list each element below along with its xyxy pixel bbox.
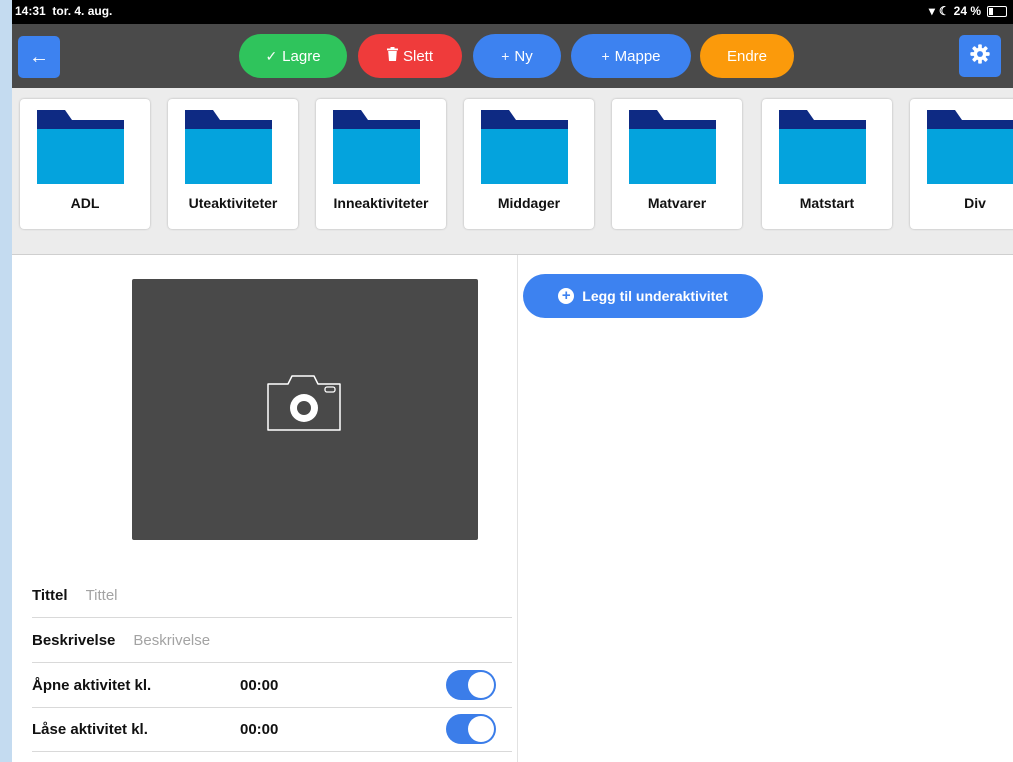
gear-icon bbox=[969, 43, 991, 70]
title-input[interactable] bbox=[83, 585, 388, 605]
description-label: Beskrivelse bbox=[32, 631, 116, 649]
folder-icon bbox=[333, 110, 420, 184]
lock-activity-row: Låse aktivitet kl. 00:00 bbox=[32, 707, 512, 752]
open-activity-toggle[interactable] bbox=[446, 670, 496, 700]
folder-icon bbox=[629, 110, 716, 184]
new-folder-button[interactable]: + Mappe bbox=[571, 34, 691, 78]
lock-activity-toggle[interactable] bbox=[446, 714, 496, 744]
folder-strip: ADL Uteaktiviteter Inneaktiviteter Midda… bbox=[12, 88, 1013, 255]
wifi-icon: ▾ bbox=[928, 4, 935, 18]
status-date: tor. 4. aug. bbox=[52, 4, 113, 18]
folder-label: ADL bbox=[70, 195, 100, 211]
new-folder-button-label: Mappe bbox=[614, 47, 661, 65]
add-subactivity-label: Legg til underaktivitet bbox=[582, 288, 728, 304]
new-button[interactable]: + Ny bbox=[473, 34, 561, 78]
folder-label: Middager bbox=[497, 195, 561, 211]
folder-label: Matstart bbox=[799, 195, 855, 211]
folder-card-adl[interactable]: ADL bbox=[20, 99, 150, 229]
save-button-label: Lagre bbox=[282, 47, 321, 65]
save-button[interactable]: ✓ Lagre bbox=[239, 34, 347, 78]
folder-label: Uteaktiviteter bbox=[188, 195, 278, 211]
toolbar: ← ✓ Lagre Slett + Ny + Mappe Endre bbox=[12, 24, 1013, 88]
folder-icon bbox=[37, 110, 124, 184]
title-row: Tittel bbox=[32, 573, 512, 618]
image-picker[interactable] bbox=[132, 279, 478, 540]
arrow-left-icon: ← bbox=[29, 45, 49, 68]
battery-percent: 24 % bbox=[953, 4, 981, 18]
add-subactivity-button[interactable]: + Legg til underaktivitet bbox=[523, 274, 763, 318]
folder-card-div[interactable]: Div bbox=[910, 99, 1013, 229]
plus-icon: + bbox=[601, 48, 610, 64]
folder-icon bbox=[185, 110, 272, 184]
folder-icon bbox=[927, 110, 1013, 184]
folder-card-middager[interactable]: Middager bbox=[464, 99, 594, 229]
folder-label: Div bbox=[964, 195, 986, 211]
folder-label: Matvarer bbox=[647, 195, 707, 211]
description-input[interactable] bbox=[131, 630, 436, 650]
open-activity-label: Åpne aktivitet kl. bbox=[32, 676, 152, 694]
trash-icon bbox=[386, 47, 398, 65]
folder-icon bbox=[779, 110, 866, 184]
open-time-value[interactable]: 00:00 bbox=[240, 677, 278, 694]
moon-icon: ☾ bbox=[938, 4, 950, 18]
toggle-knob bbox=[468, 672, 494, 698]
title-label: Tittel bbox=[32, 586, 68, 604]
back-button[interactable]: ← bbox=[18, 36, 60, 78]
open-activity-row: Åpne aktivitet kl. 00:00 bbox=[32, 663, 512, 708]
delete-button[interactable]: Slett bbox=[358, 34, 462, 78]
battery-icon bbox=[987, 5, 1007, 17]
folder-card-matvarer[interactable]: Matvarer bbox=[612, 99, 742, 229]
camera-icon bbox=[267, 375, 341, 431]
status-time: 14:31 bbox=[15, 4, 46, 18]
settings-button[interactable] bbox=[959, 35, 1001, 77]
new-button-label: Ny bbox=[514, 47, 533, 65]
delete-button-label: Slett bbox=[402, 47, 433, 65]
lock-time-value[interactable]: 00:00 bbox=[240, 721, 278, 738]
plus-icon: + bbox=[501, 48, 510, 64]
folder-card-inneaktiviteter[interactable]: Inneaktiviteter bbox=[316, 99, 446, 229]
plus-circle-icon: + bbox=[558, 288, 575, 304]
folder-card-matstart[interactable]: Matstart bbox=[762, 99, 892, 229]
description-row: Beskrivelse bbox=[32, 618, 512, 663]
folder-label: Inneaktiviteter bbox=[333, 195, 429, 211]
toggle-knob bbox=[468, 716, 494, 742]
lock-activity-label: Låse aktivitet kl. bbox=[32, 720, 148, 738]
checkmark-icon: ✓ bbox=[265, 47, 278, 64]
folder-card-uteaktiviteter[interactable]: Uteaktiviteter bbox=[168, 99, 298, 229]
folder-icon bbox=[481, 110, 568, 184]
activity-form-panel: Tittel Beskrivelse Åpne aktivitet kl. 00… bbox=[12, 255, 518, 762]
app-screen: 14:31 tor. 4. aug. ▾ ☾ 24 % ← ✓ Lagre Sl… bbox=[12, 0, 1013, 762]
edit-button-label: Endre bbox=[726, 47, 768, 65]
status-bar: 14:31 tor. 4. aug. ▾ ☾ 24 % bbox=[12, 0, 1013, 24]
battery-fill bbox=[989, 7, 993, 15]
edit-button[interactable]: Endre bbox=[700, 34, 794, 78]
